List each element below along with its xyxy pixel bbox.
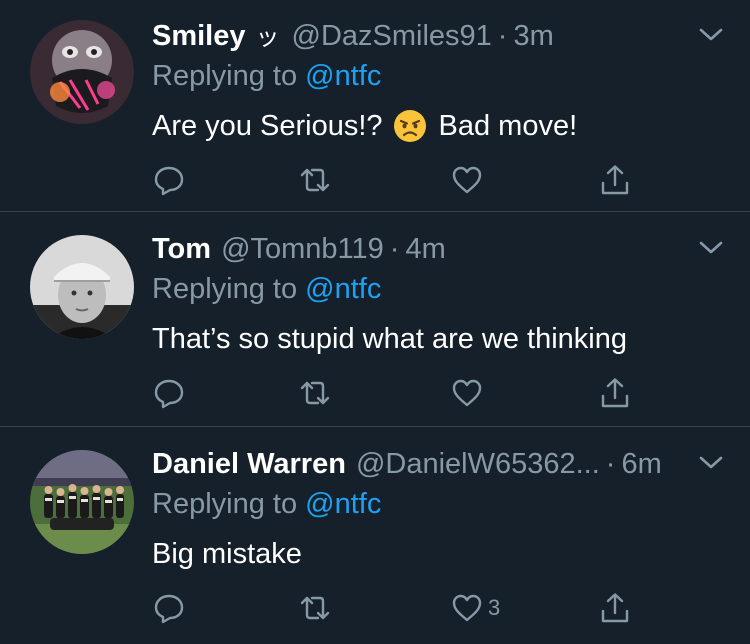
tweet-header: Smiley ッ @DazSmiles91 · 3m (152, 14, 680, 58)
tweet-text-part: Are you Serious!? (152, 110, 383, 142)
tweet[interactable]: Tom @Tomnb119 · 4m Replying to @ntfc Tha… (0, 213, 750, 427)
replying-to-label: Replying to (152, 488, 298, 520)
avatar[interactable] (30, 20, 134, 124)
tweet-text-part: That’s so stupid what are we thinking (152, 323, 628, 355)
replying-to-label: Replying to (152, 60, 298, 92)
share-icon (601, 165, 629, 195)
tweet-feed: Smiley ッ @DazSmiles91 · 3m Replying to @… (0, 0, 750, 644)
retweet-icon (300, 381, 330, 405)
reply-icon (154, 594, 184, 624)
tweet-text: Big mistake (152, 532, 302, 576)
separator-dot: · (389, 233, 400, 265)
avatar[interactable] (30, 450, 134, 554)
display-name[interactable]: Smiley (152, 14, 246, 58)
user-handle[interactable]: @DazSmiles91 (292, 14, 492, 58)
user-handle[interactable]: @DanielW65362... (356, 442, 600, 486)
name-glyph: ッ (255, 24, 280, 51)
timestamp[interactable]: 4m (405, 227, 445, 271)
retweet-icon (300, 596, 330, 620)
replying-to: Replying to @ntfc (152, 484, 381, 524)
share-button[interactable] (598, 160, 632, 200)
retweet-button[interactable] (298, 373, 332, 413)
timestamp[interactable]: 6m (621, 442, 661, 486)
retweet-button[interactable] (298, 160, 332, 200)
tweet-actions (152, 373, 642, 413)
retweet-button[interactable] (298, 588, 332, 628)
angry-face-emoji-icon (393, 110, 426, 142)
chevron-down-icon[interactable] (696, 20, 726, 50)
separator-dot: · (497, 20, 508, 52)
mention-link[interactable]: @ntfc (305, 488, 381, 520)
avatar-image (30, 235, 134, 339)
tweet-text-part: Big mistake (152, 538, 302, 570)
like-icon (452, 379, 482, 407)
mention-link[interactable]: @ntfc (305, 273, 381, 305)
tweet-text-part: Bad move! (438, 110, 578, 142)
user-handle[interactable]: @Tomnb119 (221, 227, 384, 271)
reply-button[interactable] (152, 160, 186, 200)
replying-to: Replying to @ntfc (152, 56, 381, 96)
tweet-actions: 3 (152, 588, 642, 628)
share-icon (601, 593, 629, 623)
reply-icon (154, 166, 184, 196)
mention-link[interactable]: @ntfc (305, 60, 381, 92)
like-button[interactable] (450, 160, 488, 200)
display-name[interactable]: Daniel Warren (152, 442, 346, 486)
tweet-header: Tom @Tomnb119 · 4m (152, 227, 680, 271)
avatar-image (30, 450, 134, 554)
tweet[interactable]: Daniel Warren @DanielW65362... · 6m Repl… (0, 428, 750, 644)
chevron-down-icon[interactable] (696, 233, 726, 263)
avatar[interactable] (30, 235, 134, 339)
chevron-down-icon[interactable] (696, 448, 726, 478)
like-count: 3 (488, 595, 501, 620)
tweet-header: Daniel Warren @DanielW65362... · 6m (152, 442, 680, 486)
replying-to-label: Replying to (152, 273, 298, 305)
timestamp[interactable]: 3m (513, 14, 553, 58)
tweet-text: Are you Serious!? Bad move! (152, 104, 577, 148)
reply-button[interactable] (152, 588, 186, 628)
like-icon (452, 166, 482, 194)
like-icon (452, 594, 482, 622)
share-icon (601, 378, 629, 408)
like-button[interactable] (450, 373, 488, 413)
display-name[interactable]: Tom (152, 227, 211, 271)
share-button[interactable] (598, 373, 632, 413)
share-button[interactable] (598, 588, 632, 628)
tweet[interactable]: Smiley ッ @DazSmiles91 · 3m Replying to @… (0, 0, 750, 212)
separator-dot: · (605, 448, 616, 480)
retweet-icon (300, 168, 330, 192)
reply-icon (154, 379, 184, 409)
tweet-actions (152, 160, 642, 200)
reply-button[interactable] (152, 373, 186, 413)
replying-to: Replying to @ntfc (152, 269, 381, 309)
tweet-text: That’s so stupid what are we thinking (152, 317, 627, 361)
avatar-image (30, 20, 134, 124)
like-button[interactable]: 3 (450, 588, 500, 628)
